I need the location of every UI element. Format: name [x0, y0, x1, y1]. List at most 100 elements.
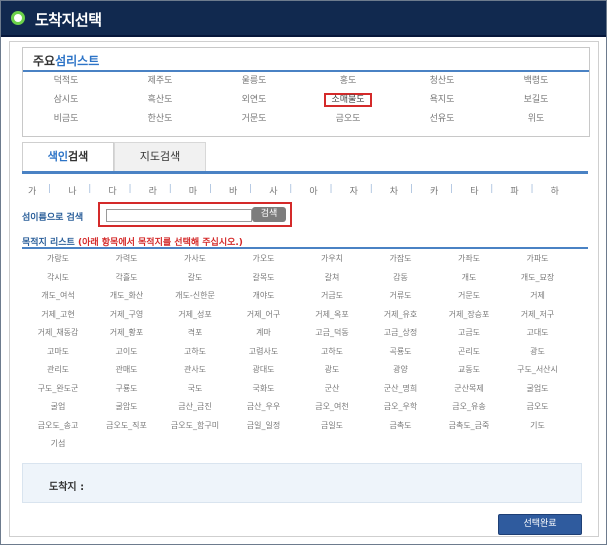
consonant-link[interactable]: 카: [430, 184, 438, 197]
destination-item[interactable]: 금일도: [296, 419, 368, 432]
major-island-item[interactable]: 욕지도: [395, 93, 489, 107]
destination-item[interactable]: 금일_일정: [228, 419, 300, 432]
select-complete-button[interactable]: 선택완료: [498, 514, 582, 535]
major-island-item[interactable]: 거문도: [207, 112, 301, 126]
consonant-link[interactable]: 다: [108, 184, 116, 197]
destination-item[interactable]: 군산: [296, 382, 368, 395]
destination-item[interactable]: 거제_유호: [365, 308, 437, 321]
major-island-item[interactable]: 백령도: [489, 74, 583, 88]
destination-item[interactable]: 감동: [365, 271, 437, 284]
consonant-link[interactable]: 자: [350, 184, 358, 197]
destination-item[interactable]: 갈도: [159, 271, 231, 284]
major-island-item[interactable]: 비금도: [19, 112, 113, 126]
destination-item[interactable]: 격포: [159, 326, 231, 339]
major-island-item[interactable]: 홍도: [301, 74, 395, 88]
destination-item[interactable]: 금오도: [502, 400, 574, 413]
destination-item[interactable]: 갈목도: [228, 271, 300, 284]
destination-item[interactable]: 가사도: [159, 252, 231, 265]
destination-item[interactable]: 각흘도: [91, 271, 163, 284]
consonant-link[interactable]: 마: [189, 184, 197, 197]
tab-map-search[interactable]: 지도검색: [114, 142, 206, 171]
destination-item[interactable]: 거제_성포: [159, 308, 231, 321]
destination-item[interactable]: 기도: [502, 419, 574, 432]
consonant-link[interactable]: 타: [470, 184, 478, 197]
destination-item[interactable]: 개도_묘장: [502, 271, 574, 284]
destination-item[interactable]: 교동도: [433, 363, 505, 376]
destination-item[interactable]: 관리도: [22, 363, 94, 376]
destination-item[interactable]: 거제_구영: [91, 308, 163, 321]
destination-item[interactable]: 금오_우학: [365, 400, 437, 413]
destination-item[interactable]: 계마: [228, 326, 300, 339]
destination-item[interactable]: 고금_상정: [365, 326, 437, 339]
consonant-link[interactable]: 사: [269, 184, 277, 197]
major-island-item[interactable]: 덕적도: [19, 74, 113, 88]
destination-item[interactable]: 굴업: [22, 400, 94, 413]
destination-item[interactable]: 개도_화산: [91, 289, 163, 302]
destination-item[interactable]: 개도_여석: [22, 289, 94, 302]
destination-item[interactable]: 거류도: [365, 289, 437, 302]
destination-item[interactable]: 고하도: [296, 345, 368, 358]
destination-item[interactable]: 거금도: [296, 289, 368, 302]
tab-index-search[interactable]: 색인검색: [22, 142, 114, 171]
destination-item[interactable]: 금오도_직포: [91, 419, 163, 432]
destination-item[interactable]: 금산_우우: [228, 400, 300, 413]
destination-item[interactable]: 고금도: [433, 326, 505, 339]
destination-item[interactable]: 가잠도: [365, 252, 437, 265]
destination-item[interactable]: 가파도: [502, 252, 574, 265]
major-island-item[interactable]: 위도: [489, 112, 583, 126]
destination-item[interactable]: 광대도: [228, 363, 300, 376]
major-island-item[interactable]: 선유도: [395, 112, 489, 126]
consonant-link[interactable]: 아: [309, 184, 317, 197]
destination-item[interactable]: 고금_덕동: [296, 326, 368, 339]
destination-item[interactable]: 가력도: [91, 252, 163, 265]
major-island-item[interactable]: 흑산도: [113, 93, 207, 107]
search-button[interactable]: 검색: [252, 207, 286, 222]
destination-item[interactable]: 관사도: [159, 363, 231, 376]
destination-item[interactable]: 구도_서산시: [502, 363, 574, 376]
destination-item[interactable]: 국도: [159, 382, 231, 395]
destination-item[interactable]: 가랑도: [22, 252, 94, 265]
destination-item[interactable]: 가우치: [296, 252, 368, 265]
major-island-item[interactable]: 삼시도: [19, 93, 113, 107]
consonant-link[interactable]: 라: [149, 184, 157, 197]
major-island-item[interactable]: 제주도: [113, 74, 207, 88]
destination-item[interactable]: 거제_황포: [91, 326, 163, 339]
consonant-link[interactable]: 하: [551, 184, 559, 197]
destination-item[interactable]: 국화도: [228, 382, 300, 395]
destination-item[interactable]: 구도_완도군: [22, 382, 94, 395]
destination-item[interactable]: 금산_금진: [159, 400, 231, 413]
destination-item[interactable]: 고하도: [159, 345, 231, 358]
destination-item[interactable]: 갈쳐: [296, 271, 368, 284]
consonant-link[interactable]: 가: [28, 184, 36, 197]
destination-item[interactable]: 기섬: [22, 437, 94, 450]
consonant-link[interactable]: 나: [68, 184, 76, 197]
destination-item[interactable]: 개도: [433, 271, 505, 284]
destination-item[interactable]: 군산_명희: [365, 382, 437, 395]
destination-item[interactable]: 구룡도: [91, 382, 163, 395]
destination-item[interactable]: 거제_저구: [502, 308, 574, 321]
destination-item[interactable]: 거제_고현: [22, 308, 94, 321]
destination-item[interactable]: 금오도_송고: [22, 419, 94, 432]
destination-item[interactable]: 곤리도: [433, 345, 505, 358]
destination-item[interactable]: 고대도: [502, 326, 574, 339]
destination-item[interactable]: 곡룡도: [365, 345, 437, 358]
destination-item[interactable]: 금오_여천: [296, 400, 368, 413]
major-island-item[interactable]: 보길도: [489, 93, 583, 107]
destination-item[interactable]: 광도: [502, 345, 574, 358]
major-island-item[interactable]: 금오도: [301, 112, 395, 126]
destination-item[interactable]: 군산목제: [433, 382, 505, 395]
destination-item[interactable]: 광도: [296, 363, 368, 376]
destination-item[interactable]: 거제: [502, 289, 574, 302]
destination-item[interactable]: 금촉도: [365, 419, 437, 432]
destination-item[interactable]: 가오도: [228, 252, 300, 265]
consonant-link[interactable]: 차: [390, 184, 398, 197]
destination-item[interactable]: 거제_장승포: [433, 308, 505, 321]
destination-item[interactable]: 개도-신한문: [159, 289, 231, 302]
destination-item[interactable]: 거제_옥포: [296, 308, 368, 321]
destination-item[interactable]: 관매도: [91, 363, 163, 376]
consonant-link[interactable]: 바: [229, 184, 237, 197]
destination-item[interactable]: 고렴사도: [228, 345, 300, 358]
destination-item[interactable]: 광양: [365, 363, 437, 376]
destination-item[interactable]: 금오_유송: [433, 400, 505, 413]
consonant-link[interactable]: 파: [510, 184, 518, 197]
